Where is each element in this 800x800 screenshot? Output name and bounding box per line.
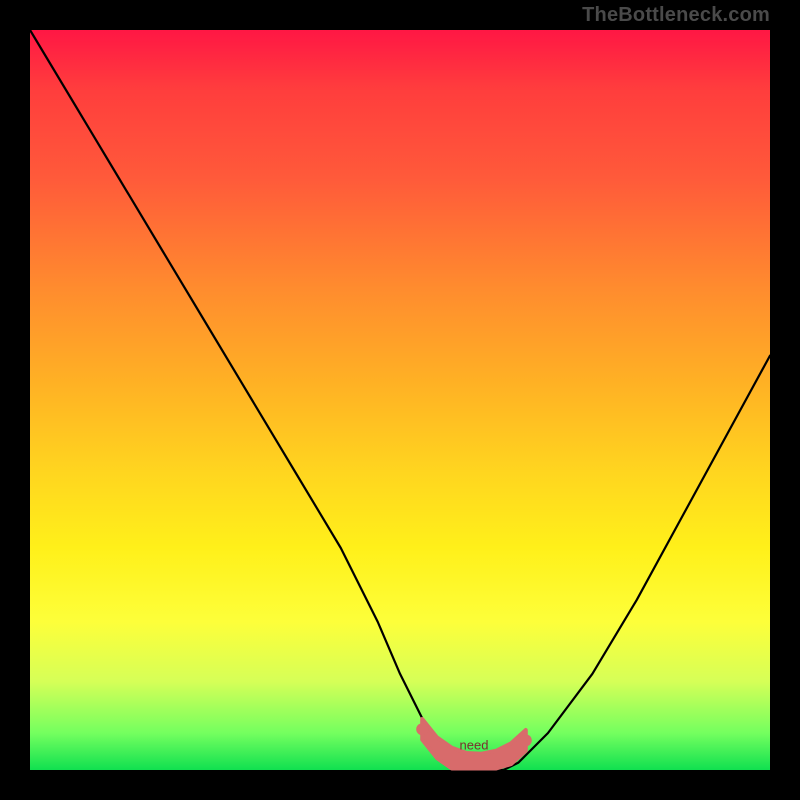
curve-main [30,30,770,770]
watermark-text: TheBottleneck.com [582,4,770,27]
optimal-band-cap [416,723,428,735]
optimal-band-cap [520,734,532,746]
chart-frame: TheBottleneck.com need [0,0,800,800]
annotation-label: need [460,737,489,752]
plot-svg: need [30,30,770,770]
plot-area: need [30,30,770,770]
